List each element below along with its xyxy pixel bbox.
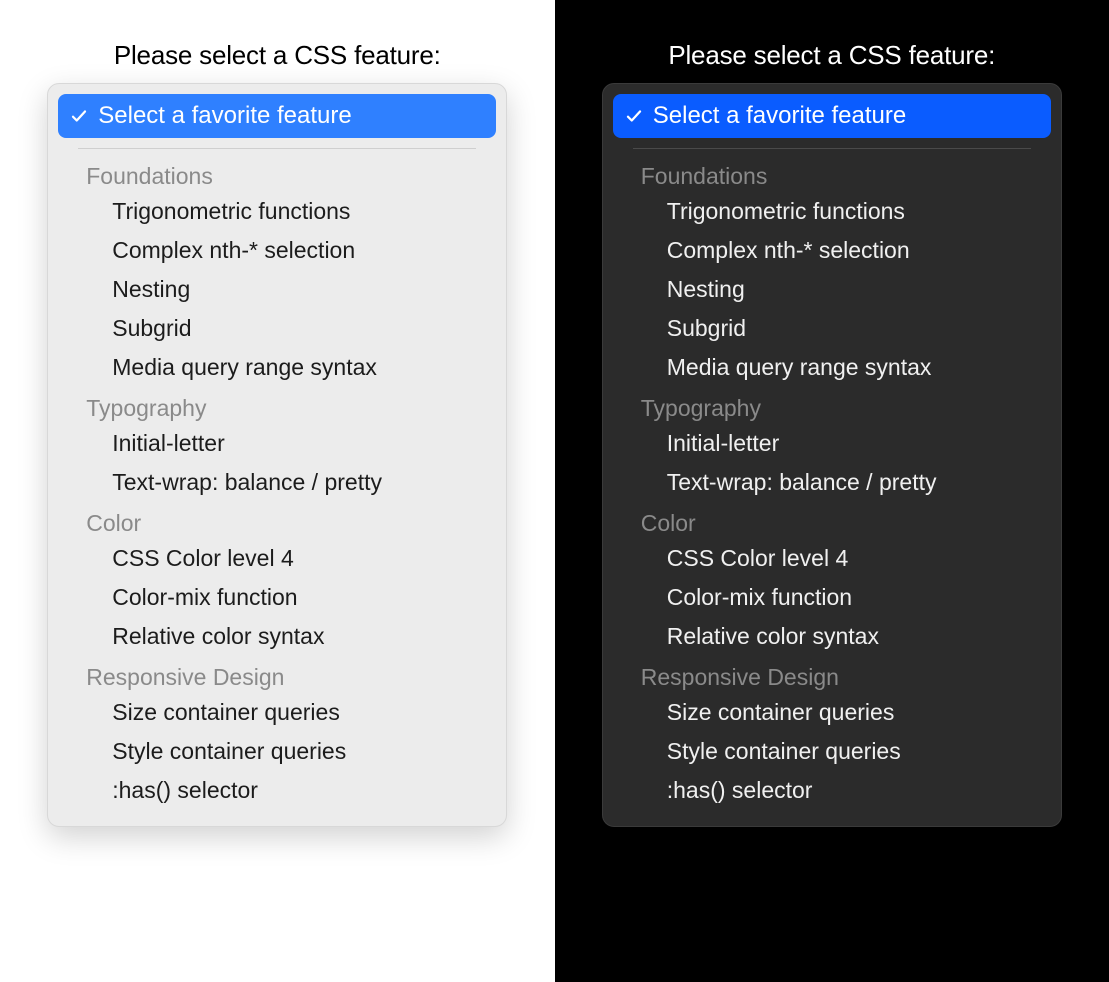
divider [633,148,1031,149]
option-size-container-queries[interactable]: Size container queries [613,693,1051,732]
option-subgrid[interactable]: Subgrid [613,309,1051,348]
option-trigonometric-functions[interactable]: Trigonometric functions [58,192,496,231]
group-label-foundations: Foundations [58,155,496,192]
option-subgrid[interactable]: Subgrid [58,309,496,348]
selected-option[interactable]: Select a favorite feature [58,94,496,138]
option-css-color-4[interactable]: CSS Color level 4 [58,539,496,578]
group-label-typography: Typography [613,387,1051,424]
option-complex-nth-selection[interactable]: Complex nth-* selection [58,231,496,270]
option-style-container-queries[interactable]: Style container queries [613,732,1051,771]
selected-option-label: Select a favorite feature [653,102,906,130]
option-size-container-queries[interactable]: Size container queries [58,693,496,732]
light-theme-pane: Please select a CSS feature: Select a fa… [0,0,555,982]
option-has-selector[interactable]: :has() selector [613,771,1051,810]
option-trigonometric-functions[interactable]: Trigonometric functions [613,192,1051,231]
option-media-query-range[interactable]: Media query range syntax [58,348,496,387]
group-label-color: Color [58,502,496,539]
prompt-label: Please select a CSS feature: [668,40,995,71]
option-css-color-4[interactable]: CSS Color level 4 [613,539,1051,578]
option-color-mix[interactable]: Color-mix function [613,578,1051,617]
option-color-mix[interactable]: Color-mix function [58,578,496,617]
selected-option-label: Select a favorite feature [98,102,351,130]
option-style-container-queries[interactable]: Style container queries [58,732,496,771]
option-text-wrap-balance[interactable]: Text-wrap: balance / pretty [613,463,1051,502]
option-nesting[interactable]: Nesting [58,270,496,309]
option-text-wrap-balance[interactable]: Text-wrap: balance / pretty [58,463,496,502]
option-complex-nth-selection[interactable]: Complex nth-* selection [613,231,1051,270]
dropdown-listbox[interactable]: Select a favorite feature Foundations Tr… [602,83,1062,827]
group-label-responsive-design: Responsive Design [613,656,1051,693]
option-initial-letter[interactable]: Initial-letter [58,424,496,463]
dropdown-listbox[interactable]: Select a favorite feature Foundations Tr… [47,83,507,827]
option-media-query-range[interactable]: Media query range syntax [613,348,1051,387]
check-icon [70,107,88,125]
option-has-selector[interactable]: :has() selector [58,771,496,810]
group-label-color: Color [613,502,1051,539]
option-relative-color[interactable]: Relative color syntax [613,617,1051,656]
option-nesting[interactable]: Nesting [613,270,1051,309]
divider [78,148,476,149]
group-label-foundations: Foundations [613,155,1051,192]
group-label-typography: Typography [58,387,496,424]
dark-theme-pane: Please select a CSS feature: Select a fa… [555,0,1109,982]
option-initial-letter[interactable]: Initial-letter [613,424,1051,463]
group-label-responsive-design: Responsive Design [58,656,496,693]
check-icon [625,107,643,125]
selected-option[interactable]: Select a favorite feature [613,94,1051,138]
option-relative-color[interactable]: Relative color syntax [58,617,496,656]
prompt-label: Please select a CSS feature: [114,40,441,71]
